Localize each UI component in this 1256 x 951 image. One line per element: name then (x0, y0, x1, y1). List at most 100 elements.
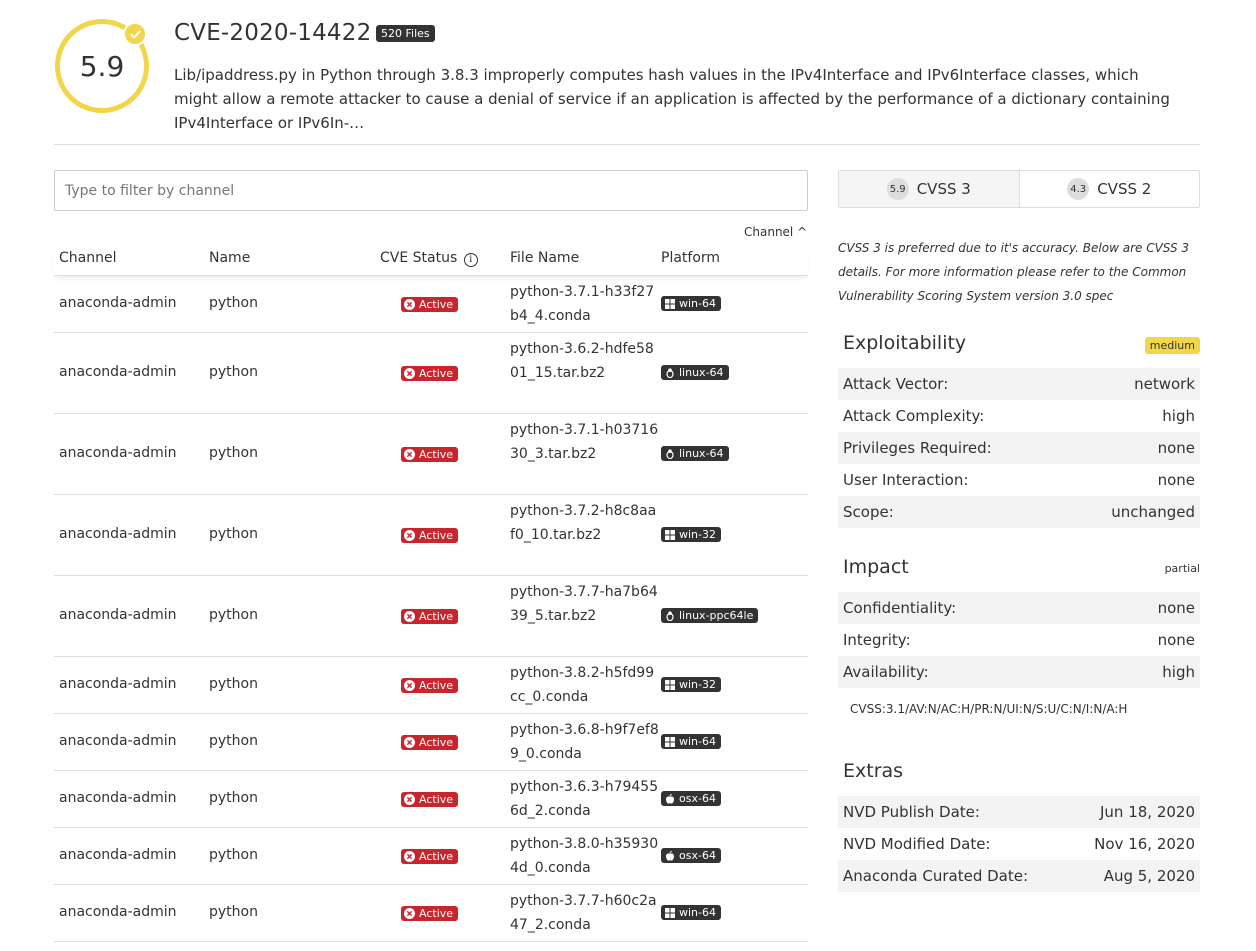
platform-badge: win-32 (661, 527, 721, 542)
cell-channel[interactable]: anaconda-admin (59, 607, 177, 623)
cvss-note: CVSS 3 is preferred due to it's accuracy… (838, 241, 1190, 303)
tab-cvss2-label: CVSS 2 (1097, 180, 1152, 198)
sort-by-channel[interactable]: Channel ^ (744, 225, 807, 239)
tab-cvss2[interactable]: 4.3 CVSS 2 (1020, 171, 1200, 207)
extras-label: NVD Modified Date: (843, 835, 991, 853)
cell-channel[interactable]: anaconda-admin (59, 847, 177, 863)
extras-label: NVD Publish Date: (843, 803, 980, 821)
table-row[interactable]: anaconda-admin python Active python-3.6.3-h… (54, 771, 808, 828)
cell-channel[interactable]: anaconda-admin (59, 676, 177, 692)
cell-file-name[interactable]: python-3.7.1-h0371630_3.tar.bz2 (510, 418, 660, 466)
status-label: Active (419, 529, 454, 542)
cell-channel[interactable]: anaconda-admin (59, 445, 177, 461)
files-count-badge: 520 Files (376, 25, 435, 42)
column-header-channel[interactable]: Channel (59, 250, 116, 266)
impact-title: Impact (843, 556, 909, 578)
cell-channel[interactable]: anaconda-admin (59, 364, 177, 380)
exploitability-list: Attack Vector: network Attack Complexity: h… (838, 368, 1200, 528)
exploitability-label: Scope: (843, 503, 894, 521)
exploitability-value: none (1157, 439, 1195, 457)
cell-platform: linux-ppc64le (661, 608, 759, 625)
tab-cvss3-label: CVSS 3 (916, 180, 971, 198)
platform-label: linux-ppc64le (679, 609, 754, 622)
cell-status: Active (401, 608, 459, 624)
cell-status: Active (401, 677, 459, 693)
platform-label: win-32 (679, 528, 716, 541)
column-header-file[interactable]: File Name (510, 250, 579, 266)
table-row[interactable]: anaconda-admin python Active python-3.6.8-h… (54, 714, 808, 771)
cell-channel[interactable]: anaconda-admin (59, 526, 177, 542)
table-row[interactable]: anaconda-admin python Active python-3.7.1-h… (54, 276, 808, 333)
channel-filter-input[interactable] (54, 170, 808, 211)
linux-icon (665, 448, 679, 459)
cell-channel[interactable]: anaconda-admin (59, 904, 177, 920)
status-label: Active (419, 448, 454, 461)
cell-channel[interactable]: anaconda-admin (59, 295, 177, 311)
extras-value: Nov 16, 2020 (1094, 835, 1195, 853)
platform-badge: osx-64 (661, 848, 721, 863)
table-row[interactable]: anaconda-admin python Active python-3.8.2-h… (54, 657, 808, 714)
windows-icon (665, 298, 679, 309)
extras-row: NVD Publish Date: Jun 18, 2020 (838, 796, 1200, 828)
column-header-name[interactable]: Name (209, 250, 250, 266)
windows-icon (665, 529, 679, 540)
cell-name: python (209, 733, 258, 749)
cell-status: Active (401, 365, 459, 381)
impact-list: Confidentiality: none Integrity: none Availa… (838, 592, 1200, 688)
cell-file-name[interactable]: python-3.6.2-hdfe5801_15.tar.bz2 (510, 337, 660, 385)
platform-badge: win-64 (661, 734, 721, 749)
cell-status: Active (401, 848, 459, 864)
cell-status: Active (401, 296, 459, 312)
status-badge: Active (401, 906, 459, 921)
windows-icon (665, 679, 679, 690)
cell-file-name[interactable]: python-3.6.8-h9f7ef89_0.conda (510, 718, 660, 766)
info-icon[interactable]: i (463, 253, 478, 267)
exploitability-label: Attack Complexity: (843, 407, 985, 425)
exploitability-value: high (1162, 407, 1195, 425)
table-row[interactable]: anaconda-admin python Active python-3.8.0-h… (54, 828, 808, 885)
status-label: Active (419, 907, 454, 920)
cell-file-name[interactable]: python-3.7.7-h60c2a47_2.conda (510, 889, 660, 937)
platform-label: win-64 (679, 735, 716, 748)
divider (54, 144, 1200, 145)
cvss3-score-icon: 5.9 (886, 178, 909, 200)
exploitability-row: Privileges Required: none (838, 432, 1200, 464)
platform-label: win-64 (679, 297, 716, 310)
platform-badge: linux-64 (661, 446, 729, 461)
column-header-status-label: CVE Status (380, 250, 458, 266)
cell-status: Active (401, 791, 459, 807)
status-badge: Active (401, 366, 459, 381)
cell-status: Active (401, 527, 459, 543)
impact-label: Availability: (843, 663, 929, 681)
table-row[interactable]: anaconda-admin python Active python-3.7.7-h… (54, 576, 808, 657)
exploitability-row: Attack Vector: network (838, 368, 1200, 400)
cell-file-name[interactable]: python-3.8.0-h359304d_0.conda (510, 832, 660, 880)
cell-file-name[interactable]: python-3.8.2-h5fd99cc_0.conda (510, 661, 660, 709)
cell-file-name[interactable]: python-3.7.7-ha7b6439_5.tar.bz2 (510, 580, 660, 628)
close-circle-icon (404, 299, 415, 310)
cell-file-name[interactable]: python-3.6.3-h794556d_2.conda (510, 775, 660, 823)
status-label: Active (419, 298, 454, 311)
column-header-status[interactable]: CVE Status i (380, 250, 478, 267)
tab-cvss3[interactable]: 5.9 CVSS 3 (839, 171, 1020, 207)
platform-badge: win-32 (661, 677, 721, 692)
platform-label: win-64 (679, 906, 716, 919)
close-circle-icon (404, 680, 415, 691)
cell-channel[interactable]: anaconda-admin (59, 733, 177, 749)
cell-file-name[interactable]: python-3.7.2-h8c8aaf0_10.tar.bz2 (510, 499, 660, 547)
files-table: Channel Name CVE Status i File Name Plat… (54, 246, 808, 942)
table-row[interactable]: anaconda-admin python Active python-3.7.7-h… (54, 885, 808, 942)
platform-badge: linux-ppc64le (661, 608, 759, 623)
impact-row: Integrity: none (838, 624, 1200, 656)
page-title: CVE-2020-14422 (174, 20, 372, 46)
exploitability-value: unchanged (1111, 503, 1195, 521)
impact-value: none (1157, 599, 1195, 617)
cell-channel[interactable]: anaconda-admin (59, 790, 177, 806)
table-row[interactable]: anaconda-admin python Active python-3.6.2-h… (54, 333, 808, 414)
cell-file-name[interactable]: python-3.7.1-h33f27b4_4.conda (510, 280, 660, 328)
table-row[interactable]: anaconda-admin python Active python-3.7.1-h… (54, 414, 808, 495)
check-icon (123, 22, 147, 46)
table-row[interactable]: anaconda-admin python Active python-3.7.2-h… (54, 495, 808, 576)
column-header-platform[interactable]: Platform (661, 250, 720, 266)
exploitability-label: Privileges Required: (843, 439, 992, 457)
